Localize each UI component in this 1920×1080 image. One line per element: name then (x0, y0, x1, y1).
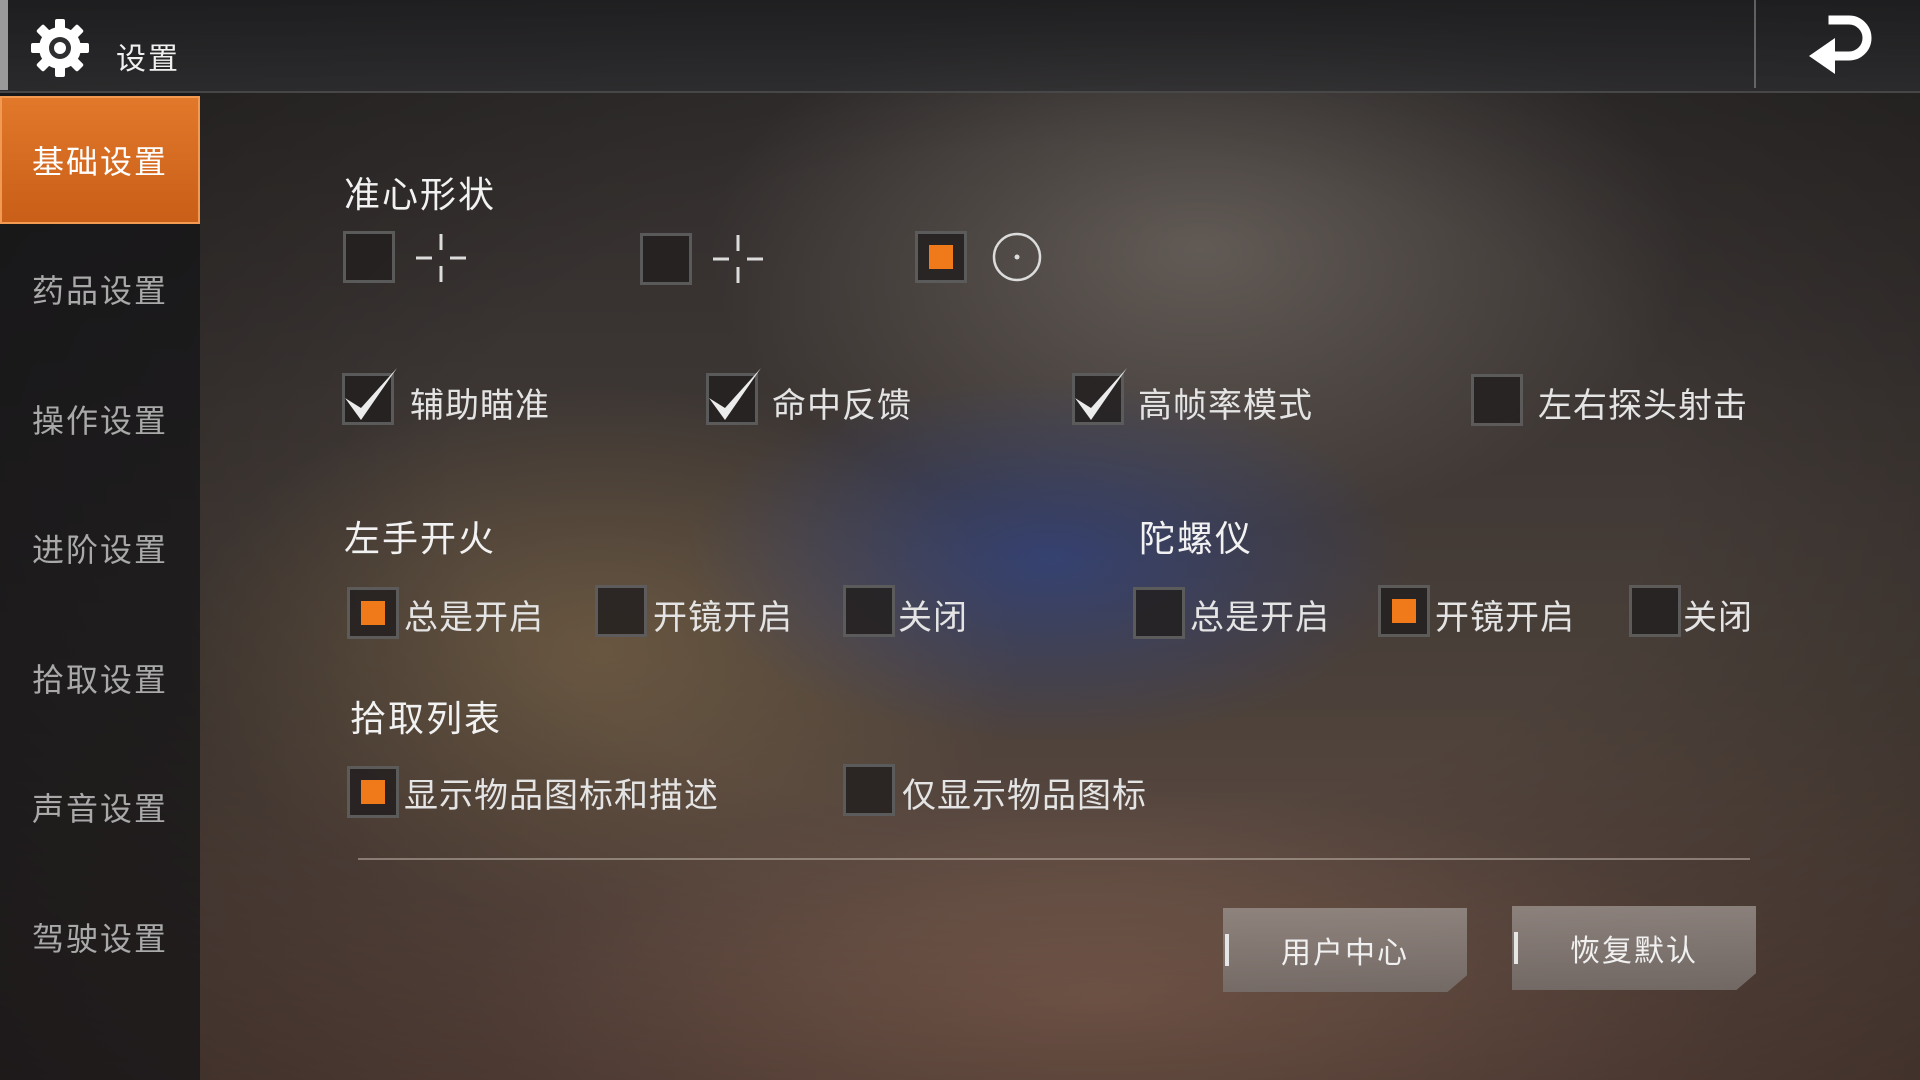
pickup-icon-desc-checkbox[interactable] (347, 766, 399, 818)
crosshair-option-3-checkbox[interactable] (915, 231, 967, 283)
left-fire-always-label: 总是开启 (404, 598, 544, 638)
crosshair-cross-icon (416, 234, 466, 282)
back-button[interactable] (1795, 8, 1875, 78)
sidebar-item-label: 药品设置 (31, 272, 168, 310)
top-bar-edge (0, 0, 8, 90)
sidebar-item-driving[interactable]: 驾驶设置 (0, 873, 200, 1001)
sidebar-item-label: 进阶设置 (31, 531, 168, 569)
left-fire-off-checkbox[interactable] (843, 585, 895, 637)
left-fire-off-label: 关闭 (898, 598, 968, 638)
back-divider (1754, 0, 1756, 88)
pickup-icon-desc-label: 显示物品图标和描述 (404, 776, 719, 816)
restore-default-label: 恢复默认 (1570, 934, 1698, 969)
pickup-list-title: 拾取列表 (350, 699, 503, 740)
crosshair-title: 准心形状 (344, 175, 497, 216)
crosshair-dot-circle-icon (992, 232, 1042, 282)
sidebar-item-basic[interactable]: 基础设置 (0, 96, 200, 224)
button-accent-bar (1225, 934, 1229, 966)
button-accent-bar (1514, 932, 1518, 964)
gear-icon (28, 16, 92, 80)
gyroscope-title: 陀螺仪 (1139, 519, 1254, 560)
gyroscope-off-label: 关闭 (1683, 598, 1753, 638)
sidebar-item-advanced[interactable]: 进阶设置 (0, 484, 200, 612)
user-center-button[interactable]: 用户中心 (1223, 908, 1467, 992)
hit-feedback-checkbox[interactable] (706, 368, 761, 425)
left-fire-scope-checkbox[interactable] (595, 585, 647, 637)
checkmark-icon (1075, 368, 1127, 420)
left-fire-title: 左手开火 (344, 519, 497, 560)
sidebar-item-label: 基础设置 (31, 143, 168, 181)
crosshair-option-1-checkbox[interactable] (343, 231, 395, 283)
sidebar-item-label: 驾驶设置 (31, 920, 168, 958)
sidebar: 基础设置 药品设置 操作设置 进阶设置 拾取设置 声音设置 驾驶设置 (0, 93, 200, 1080)
sidebar-item-label: 声音设置 (31, 790, 168, 828)
peek-shoot-checkbox[interactable] (1471, 374, 1523, 426)
gyroscope-scope-label: 开镜开启 (1435, 598, 1575, 638)
sidebar-item-label: 操作设置 (31, 402, 168, 440)
gyroscope-scope-checkbox[interactable] (1378, 585, 1430, 637)
gyroscope-off-checkbox[interactable] (1629, 585, 1681, 637)
aim-assist-checkbox[interactable] (342, 368, 397, 425)
high-framerate-label: 高帧率模式 (1138, 386, 1313, 426)
peek-shoot-label: 左右探头射击 (1538, 386, 1748, 426)
sidebar-item-pickup[interactable]: 拾取设置 (0, 614, 200, 742)
user-center-label: 用户中心 (1281, 936, 1409, 971)
sidebar-item-sound[interactable]: 声音设置 (0, 743, 200, 871)
checkmark-icon (345, 368, 397, 420)
left-fire-always-checkbox[interactable] (347, 587, 399, 639)
pickup-icon-only-checkbox[interactable] (843, 764, 895, 816)
restore-default-button[interactable]: 恢复默认 (1512, 906, 1756, 990)
top-bar: 设置 (0, 0, 1920, 93)
sidebar-item-controls[interactable]: 操作设置 (0, 355, 200, 483)
gyroscope-always-checkbox[interactable] (1133, 587, 1185, 639)
aim-assist-label: 辅助瞄准 (410, 386, 550, 426)
high-framerate-checkbox[interactable] (1072, 368, 1127, 425)
checkmark-icon (709, 368, 761, 420)
crosshair-option-2-checkbox[interactable] (640, 233, 692, 285)
back-arrow-icon (1809, 15, 1872, 74)
gyroscope-always-label: 总是开启 (1190, 598, 1330, 638)
page-title: 设置 (116, 42, 180, 77)
hit-feedback-label: 命中反馈 (772, 386, 912, 426)
left-fire-scope-label: 开镜开启 (653, 598, 793, 638)
sidebar-item-medicine[interactable]: 药品设置 (0, 225, 200, 353)
sidebar-item-label: 拾取设置 (31, 661, 168, 699)
content-divider (358, 858, 1750, 860)
crosshair-cross-icon (713, 235, 763, 283)
pickup-icon-only-label: 仅显示物品图标 (902, 776, 1147, 816)
